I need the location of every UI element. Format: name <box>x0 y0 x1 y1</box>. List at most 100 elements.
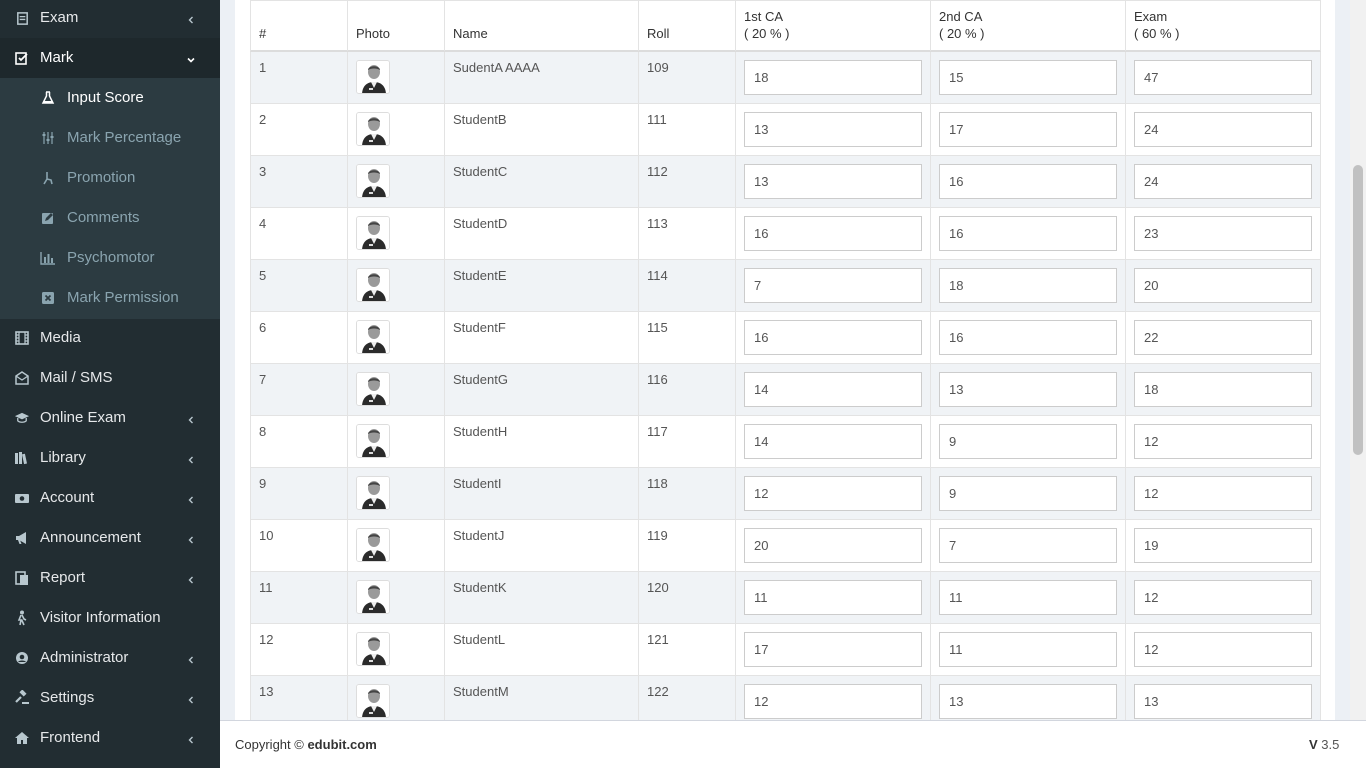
sidebar-item-visitor-information[interactable]: Visitor Information <box>0 598 220 638</box>
sidebar-item-frontend[interactable]: Frontend <box>0 718 220 758</box>
submenu-item-input-score[interactable]: Input Score <box>0 78 220 118</box>
exam-icon <box>14 10 30 26</box>
second-ca-score-input[interactable] <box>939 164 1117 199</box>
submenu-item-psychomotor[interactable]: Psychomotor <box>0 238 220 278</box>
exam-score-input[interactable] <box>1134 372 1312 407</box>
header-first-ca: 1st CA( 20 % ) <box>736 1 931 51</box>
student-name: StudentK <box>445 572 639 623</box>
sidebar-item-exam[interactable]: Exam <box>0 0 220 38</box>
sidebar-item-settings[interactable]: Settings <box>0 678 220 718</box>
student-roll: 119 <box>639 520 736 571</box>
student-name: StudentF <box>445 312 639 363</box>
sidebar-item-announcement[interactable]: Announcement <box>0 518 220 558</box>
chevron-left-icon <box>186 12 196 24</box>
exam-cell <box>1126 572 1320 623</box>
second-ca-score-input[interactable] <box>939 268 1117 303</box>
second-ca-cell <box>931 260 1126 311</box>
first-ca-score-input[interactable] <box>744 164 922 199</box>
promotion-icon <box>40 170 56 186</box>
exam-score-input[interactable] <box>1134 60 1312 95</box>
first-ca-score-input[interactable] <box>744 476 922 511</box>
exam-score-input[interactable] <box>1134 112 1312 147</box>
flask-icon <box>40 90 56 106</box>
second-ca-cell <box>931 416 1126 467</box>
page-scrollbar[interactable] <box>1350 0 1366 720</box>
student-name: StudentI <box>445 468 639 519</box>
photo-cell <box>348 416 445 467</box>
first-ca-score-input[interactable] <box>744 320 922 355</box>
sidebar-item-online-exam[interactable]: Online Exam <box>0 398 220 438</box>
exam-score-input[interactable] <box>1134 528 1312 563</box>
table-row: 2 StudentB 111 <box>250 104 1321 156</box>
exam-score-input[interactable] <box>1134 580 1312 615</box>
sidebar-item-library[interactable]: Library <box>0 438 220 478</box>
first-ca-cell <box>736 364 931 415</box>
student-photo-avatar <box>356 320 390 354</box>
first-ca-score-input[interactable] <box>744 112 922 147</box>
first-ca-score-input[interactable] <box>744 684 922 719</box>
second-ca-score-input[interactable] <box>939 580 1117 615</box>
exam-score-input[interactable] <box>1134 216 1312 251</box>
exam-cell <box>1126 312 1320 363</box>
submenu-item-label: Input Score <box>67 89 144 106</box>
sidebar-item-mail-sms[interactable]: Mail / SMS <box>0 358 220 398</box>
chevron-down-icon <box>186 52 196 63</box>
second-ca-score-input[interactable] <box>939 216 1117 251</box>
first-ca-score-input[interactable] <box>744 216 922 251</box>
student-photo-avatar <box>356 60 390 94</box>
report-icon <box>14 570 30 586</box>
chevron-left-icon <box>186 452 196 464</box>
photo-cell <box>348 104 445 155</box>
header-index: # <box>251 1 348 51</box>
second-ca-score-input[interactable] <box>939 320 1117 355</box>
copyright: Copyright © edubit.com <box>235 737 377 752</box>
exam-score-input[interactable] <box>1134 164 1312 199</box>
sidebar-item-administrator[interactable]: Administrator <box>0 638 220 678</box>
second-ca-score-input[interactable] <box>939 632 1117 667</box>
submenu-item-mark-permission[interactable]: Mark Permission <box>0 278 220 318</box>
close-box-icon <box>40 290 56 306</box>
submenu-item-mark-percentage[interactable]: Mark Percentage <box>0 118 220 158</box>
first-ca-cell <box>736 624 931 675</box>
photo-cell <box>348 52 445 103</box>
second-ca-score-input[interactable] <box>939 528 1117 563</box>
row-number: 13 <box>251 676 348 720</box>
copyright-brand: edubit.com <box>307 737 377 752</box>
sliders-icon <box>40 130 56 146</box>
first-ca-score-input[interactable] <box>744 372 922 407</box>
second-ca-score-input[interactable] <box>939 424 1117 459</box>
sidebar-item-mark[interactable]: Mark <box>0 38 220 78</box>
photo-cell <box>348 572 445 623</box>
scrollbar-thumb[interactable] <box>1353 165 1363 455</box>
student-photo-avatar <box>356 216 390 250</box>
second-ca-cell <box>931 156 1126 207</box>
student-roll: 115 <box>639 312 736 363</box>
sidebar-item-account[interactable]: Account <box>0 478 220 518</box>
first-ca-score-input[interactable] <box>744 424 922 459</box>
exam-score-input[interactable] <box>1134 320 1312 355</box>
exam-score-input[interactable] <box>1134 268 1312 303</box>
first-ca-score-input[interactable] <box>744 60 922 95</box>
second-ca-score-input[interactable] <box>939 112 1117 147</box>
second-ca-cell <box>931 676 1126 720</box>
second-ca-score-input[interactable] <box>939 684 1117 719</box>
exam-score-input[interactable] <box>1134 684 1312 719</box>
first-ca-score-input[interactable] <box>744 528 922 563</box>
first-ca-score-input[interactable] <box>744 268 922 303</box>
bullhorn-icon <box>14 530 30 546</box>
exam-score-input[interactable] <box>1134 632 1312 667</box>
exam-score-input[interactable] <box>1134 476 1312 511</box>
second-ca-score-input[interactable] <box>939 60 1117 95</box>
submenu-item-comments[interactable]: Comments <box>0 198 220 238</box>
second-ca-score-input[interactable] <box>939 476 1117 511</box>
sidebar-item-report[interactable]: Report <box>0 558 220 598</box>
exam-score-input[interactable] <box>1134 424 1312 459</box>
student-photo-avatar <box>356 268 390 302</box>
table-row: 7 StudentG 116 <box>250 364 1321 416</box>
student-name: StudentL <box>445 624 639 675</box>
submenu-item-promotion[interactable]: Promotion <box>0 158 220 198</box>
first-ca-score-input[interactable] <box>744 632 922 667</box>
second-ca-score-input[interactable] <box>939 372 1117 407</box>
first-ca-score-input[interactable] <box>744 580 922 615</box>
sidebar-item-media[interactable]: Media <box>0 318 220 358</box>
